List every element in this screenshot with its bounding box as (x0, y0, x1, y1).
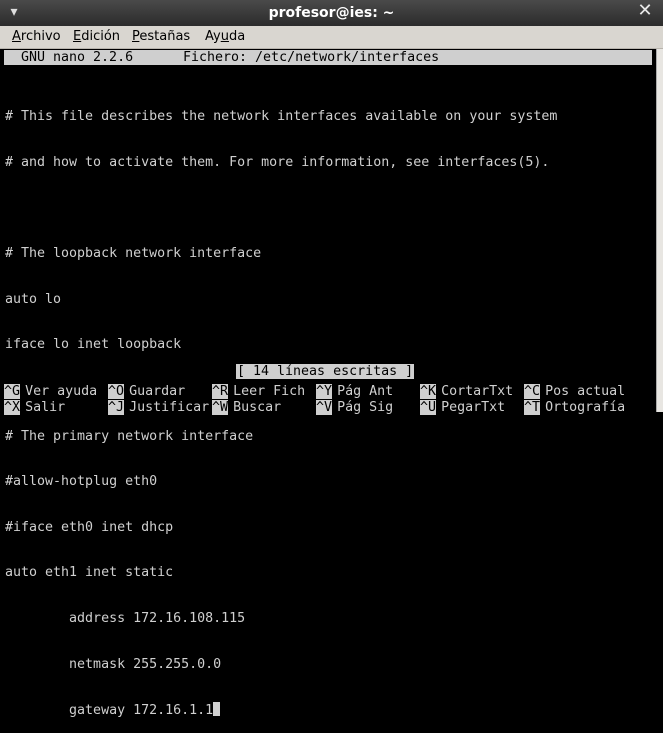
file-line-with-cursor: gateway 172.16.1.1 (5, 702, 557, 719)
file-line: #iface eth0 inet dhcp (5, 519, 174, 535)
shortcut-label: Ortografía (545, 400, 626, 415)
window-title: profesor@ies: ~ (268, 5, 395, 21)
menu-ayuda-label-pre: Ay (205, 29, 221, 44)
terminal-scrollbar[interactable] (656, 49, 663, 412)
file-line: netmask 255.255.0.0 (5, 656, 222, 672)
menu-pestanas-label: estañas (139, 29, 191, 44)
shortcut-justify[interactable]: ^J Justificar (108, 396, 209, 415)
status-message: [ 14 líneas escritas ] (236, 364, 415, 379)
file-line: #allow-hotplug eth0 (5, 474, 158, 490)
file-line: auto eth1 inet static (5, 565, 174, 581)
shortcut-key: ^T (524, 400, 541, 415)
menu-edicion-label: dición (81, 29, 121, 44)
menu-ayuda-mnemonic: u (220, 29, 229, 44)
shortcut-cur-pos[interactable]: ^C Pos actual (524, 380, 625, 399)
menu-edicion[interactable]: Edición (73, 26, 120, 48)
window-titlebar[interactable]: ▾ profesor@ies: ~ ✕ (0, 0, 663, 27)
shortcut-label: Justificar (129, 400, 210, 415)
shortcut-key: ^U (420, 400, 437, 415)
shortcut-key: ^X (4, 400, 21, 415)
file-line: auto lo (5, 291, 62, 307)
shortcut-help[interactable]: ^G Ver ayuda (4, 380, 97, 399)
shortcut-exit[interactable]: ^X Salir (4, 396, 65, 415)
shortcut-key: ^V (316, 400, 333, 415)
file-line: iface lo inet loopback (5, 337, 182, 353)
shortcut-paste[interactable]: ^U PegarTxt (420, 396, 505, 415)
close-icon[interactable]: ✕ (636, 2, 654, 20)
shortcut-label: Salir (25, 400, 66, 415)
shortcut-read-file[interactable]: ^R Leer Fich (212, 380, 305, 399)
shortcut-search[interactable]: ^W Buscar (212, 396, 281, 415)
file-line: # The loopback network interface (5, 246, 262, 262)
shortcut-spell[interactable]: ^T Ortografía (524, 396, 625, 415)
shortcut-next-page[interactable]: ^V Pág Sig (316, 396, 393, 415)
file-line: address 172.16.108.115 (5, 610, 246, 626)
shortcut-prev-page[interactable]: ^Y Pág Ant (316, 380, 393, 399)
menu-archivo-label: rchivo (20, 29, 61, 44)
menu-ayuda-label: da (228, 29, 246, 44)
file-line: # The primary network interface (5, 428, 254, 444)
menu-archivo-mnemonic: A (12, 29, 21, 44)
shortcut-cut[interactable]: ^K CortarTxt (420, 380, 513, 399)
shortcut-save[interactable]: ^O Guardar (108, 380, 185, 399)
nano-filename: Fichero: /etc/network/interfaces (183, 50, 440, 65)
shortcut-label: PegarTxt (441, 400, 506, 415)
menubar: Archivo Edición Pestañas Ayuda (0, 26, 663, 49)
shortcut-label: Buscar (233, 400, 282, 415)
menu-edicion-mnemonic: E (73, 29, 82, 44)
shortcut-bar: ^G Ver ayuda ^O Guardar ^R Leer Fich ^Y … (4, 380, 656, 415)
menu-archivo[interactable]: Archivo (12, 26, 61, 48)
shortcut-label: Pág Sig (337, 400, 394, 415)
nano-version: GNU nano 2.2.6 (21, 50, 134, 65)
menu-ayuda[interactable]: Ayuda (205, 26, 245, 48)
file-line: # and how to activate them. For more inf… (5, 155, 550, 170)
shortcut-key: ^J (108, 400, 125, 415)
shortcut-key: ^W (212, 400, 229, 415)
file-line (5, 201, 557, 216)
menu-pestanas[interactable]: Pestañas (132, 26, 190, 48)
file-line: # This file describes the network interf… (5, 109, 558, 125)
nano-header: GNU nano 2.2.6 Fichero: /etc/network/int… (4, 50, 652, 65)
file-line: gateway 172.16.1.1 (5, 703, 214, 719)
text-cursor (213, 702, 221, 717)
